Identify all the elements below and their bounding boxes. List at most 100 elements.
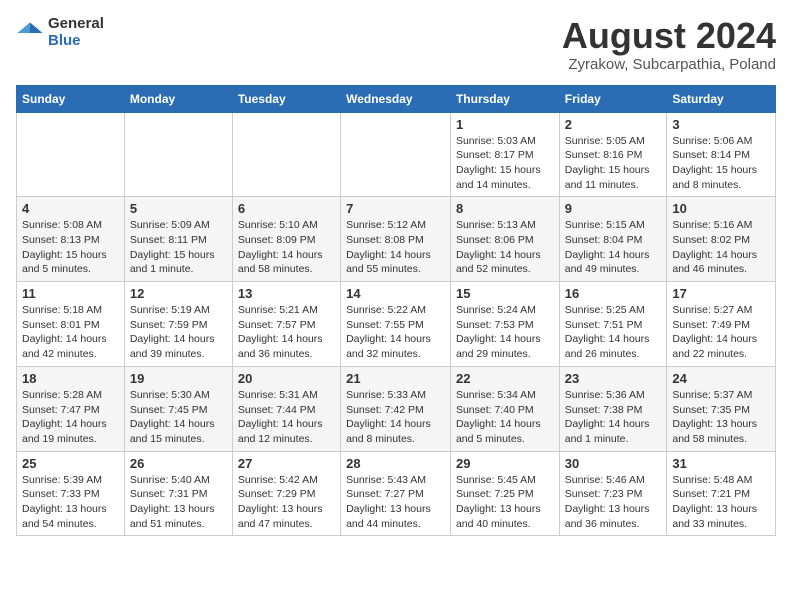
day-cell: 14Sunrise: 5:22 AM Sunset: 7:55 PM Dayli… — [341, 282, 451, 367]
day-cell: 11 Sunrise: 5:18 AM Sunset: 8:01 PM Dayli… — [17, 282, 125, 367]
day-number: 13 — [238, 286, 335, 301]
day-number: 23 — [565, 371, 662, 386]
day-number: 26 — [130, 456, 227, 471]
day-info: Sunrise: 5:34 AM Sunset: 7:40 PM Dayligh… — [456, 388, 554, 447]
calendar-table: SundayMondayTuesdayWednesdayThursdayFrid… — [16, 85, 776, 537]
day-number: 1 — [456, 117, 554, 132]
day-cell: 10 Sunrise: 5:16 AM Sunset: 8:02 PM Dayli… — [667, 197, 776, 282]
day-cell: 26Sunrise: 5:40 AM Sunset: 7:31 PM Dayli… — [124, 451, 232, 536]
day-number: 5 — [130, 201, 227, 216]
day-number: 12 — [130, 286, 227, 301]
day-cell: 19 Sunrise: 5:30 AM Sunset: 7:45 PM Dayli… — [124, 366, 232, 451]
day-cell: 25 Sunrise: 5:39 AM Sunset: 7:33 PM Dayli… — [17, 451, 125, 536]
week-row-4: 25 Sunrise: 5:39 AM Sunset: 7:33 PM Dayli… — [17, 451, 776, 536]
day-info: Sunrise: 5:42 AM Sunset: 7:29 PM Dayligh… — [238, 473, 335, 532]
week-row-2: 11 Sunrise: 5:18 AM Sunset: 8:01 PM Dayli… — [17, 282, 776, 367]
day-info: Sunrise: 5:46 AM Sunset: 7:23 PM Dayligh… — [565, 473, 662, 532]
day-cell — [232, 112, 340, 197]
logo-icon — [16, 19, 44, 47]
week-row-0: 1 Sunrise: 5:03 AM Sunset: 8:17 PM Daylig… — [17, 112, 776, 197]
day-info: Sunrise: 5:45 AM Sunset: 7:25 PM Dayligh… — [456, 473, 554, 532]
day-cell: 30 Sunrise: 5:46 AM Sunset: 7:23 PM Dayli… — [559, 451, 667, 536]
day-cell: 24 Sunrise: 5:37 AM Sunset: 7:35 PM Dayli… — [667, 366, 776, 451]
day-info: Sunrise: 5:05 AM Sunset: 8:16 PM Dayligh… — [565, 134, 662, 193]
day-number: 3 — [672, 117, 770, 132]
day-cell: 17Sunrise: 5:27 AM Sunset: 7:49 PM Dayli… — [667, 282, 776, 367]
day-info: Sunrise: 5:28 AM Sunset: 7:47 PM Dayligh… — [22, 388, 119, 447]
day-number: 29 — [456, 456, 554, 471]
day-number: 2 — [565, 117, 662, 132]
day-info: Sunrise: 5:27 AM Sunset: 7:49 PM Dayligh… — [672, 303, 770, 362]
day-info: Sunrise: 5:21 AM Sunset: 7:57 PM Dayligh… — [238, 303, 335, 362]
day-number: 31 — [672, 456, 770, 471]
day-info: Sunrise: 5:08 AM Sunset: 8:13 PM Dayligh… — [22, 218, 119, 277]
day-cell: 28Sunrise: 5:43 AM Sunset: 7:27 PM Dayli… — [341, 451, 451, 536]
day-cell — [341, 112, 451, 197]
header-wednesday: Wednesday — [341, 85, 451, 112]
day-number: 28 — [346, 456, 445, 471]
day-number: 21 — [346, 371, 445, 386]
day-cell: 1 Sunrise: 5:03 AM Sunset: 8:17 PM Daylig… — [450, 112, 559, 197]
day-info: Sunrise: 5:36 AM Sunset: 7:38 PM Dayligh… — [565, 388, 662, 447]
day-info: Sunrise: 5:24 AM Sunset: 7:53 PM Dayligh… — [456, 303, 554, 362]
day-info: Sunrise: 5:16 AM Sunset: 8:02 PM Dayligh… — [672, 218, 770, 277]
day-number: 22 — [456, 371, 554, 386]
day-number: 24 — [672, 371, 770, 386]
day-cell: 21 Sunrise: 5:33 AM Sunset: 7:42 PM Dayli… — [341, 366, 451, 451]
day-cell: 7Sunrise: 5:12 AM Sunset: 8:08 PM Daylig… — [341, 197, 451, 282]
day-number: 10 — [672, 201, 770, 216]
day-number: 20 — [238, 371, 335, 386]
day-cell: 9 Sunrise: 5:15 AM Sunset: 8:04 PM Daylig… — [559, 197, 667, 282]
day-info: Sunrise: 5:06 AM Sunset: 8:14 PM Dayligh… — [672, 134, 770, 193]
day-number: 30 — [565, 456, 662, 471]
location-subtitle: Zyrakow, Subcarpathia, Poland — [562, 56, 776, 73]
day-info: Sunrise: 5:15 AM Sunset: 8:04 PM Dayligh… — [565, 218, 662, 277]
day-cell: 5Sunrise: 5:09 AM Sunset: 8:11 PM Daylig… — [124, 197, 232, 282]
header-tuesday: Tuesday — [232, 85, 340, 112]
day-info: Sunrise: 5:03 AM Sunset: 8:17 PM Dayligh… — [456, 134, 554, 193]
week-row-3: 18Sunrise: 5:28 AM Sunset: 7:47 PM Dayli… — [17, 366, 776, 451]
day-cell: 20 Sunrise: 5:31 AM Sunset: 7:44 PM Dayli… — [232, 366, 340, 451]
header-friday: Friday — [559, 85, 667, 112]
day-cell: 22 Sunrise: 5:34 AM Sunset: 7:40 PM Dayli… — [450, 366, 559, 451]
day-cell: 29 Sunrise: 5:45 AM Sunset: 7:25 PM Dayli… — [450, 451, 559, 536]
day-info: Sunrise: 5:37 AM Sunset: 7:35 PM Dayligh… — [672, 388, 770, 447]
header-sunday: Sunday — [17, 85, 125, 112]
day-number: 4 — [22, 201, 119, 216]
day-cell: 31Sunrise: 5:48 AM Sunset: 7:21 PM Dayli… — [667, 451, 776, 536]
day-number: 6 — [238, 201, 335, 216]
week-row-1: 4 Sunrise: 5:08 AM Sunset: 8:13 PM Daylig… — [17, 197, 776, 282]
day-number: 25 — [22, 456, 119, 471]
day-info: Sunrise: 5:25 AM Sunset: 7:51 PM Dayligh… — [565, 303, 662, 362]
day-number: 15 — [456, 286, 554, 301]
day-number: 27 — [238, 456, 335, 471]
day-cell: 13 Sunrise: 5:21 AM Sunset: 7:57 PM Dayli… — [232, 282, 340, 367]
calendar-header-row: SundayMondayTuesdayWednesdayThursdayFrid… — [17, 85, 776, 112]
day-number: 8 — [456, 201, 554, 216]
day-cell: 15 Sunrise: 5:24 AM Sunset: 7:53 PM Dayli… — [450, 282, 559, 367]
day-cell — [124, 112, 232, 197]
day-number: 19 — [130, 371, 227, 386]
day-cell: 8 Sunrise: 5:13 AM Sunset: 8:06 PM Daylig… — [450, 197, 559, 282]
day-cell: 2 Sunrise: 5:05 AM Sunset: 8:16 PM Daylig… — [559, 112, 667, 197]
day-info: Sunrise: 5:10 AM Sunset: 8:09 PM Dayligh… — [238, 218, 335, 277]
day-number: 14 — [346, 286, 445, 301]
day-info: Sunrise: 5:18 AM Sunset: 8:01 PM Dayligh… — [22, 303, 119, 362]
day-info: Sunrise: 5:13 AM Sunset: 8:06 PM Dayligh… — [456, 218, 554, 277]
day-cell: 12Sunrise: 5:19 AM Sunset: 7:59 PM Dayli… — [124, 282, 232, 367]
day-cell: 23 Sunrise: 5:36 AM Sunset: 7:38 PM Dayli… — [559, 366, 667, 451]
header-monday: Monday — [124, 85, 232, 112]
header-thursday: Thursday — [450, 85, 559, 112]
header-saturday: Saturday — [667, 85, 776, 112]
day-info: Sunrise: 5:39 AM Sunset: 7:33 PM Dayligh… — [22, 473, 119, 532]
day-number: 9 — [565, 201, 662, 216]
day-info: Sunrise: 5:12 AM Sunset: 8:08 PM Dayligh… — [346, 218, 445, 277]
day-number: 11 — [22, 286, 119, 301]
day-cell: 3 Sunrise: 5:06 AM Sunset: 8:14 PM Daylig… — [667, 112, 776, 197]
logo-blue: Blue — [48, 33, 104, 50]
day-cell: 6 Sunrise: 5:10 AM Sunset: 8:09 PM Daylig… — [232, 197, 340, 282]
day-info: Sunrise: 5:33 AM Sunset: 7:42 PM Dayligh… — [346, 388, 445, 447]
header: General Blue August 2024 Zyrakow, Subcar… — [16, 16, 776, 73]
day-info: Sunrise: 5:30 AM Sunset: 7:45 PM Dayligh… — [130, 388, 227, 447]
day-info: Sunrise: 5:31 AM Sunset: 7:44 PM Dayligh… — [238, 388, 335, 447]
